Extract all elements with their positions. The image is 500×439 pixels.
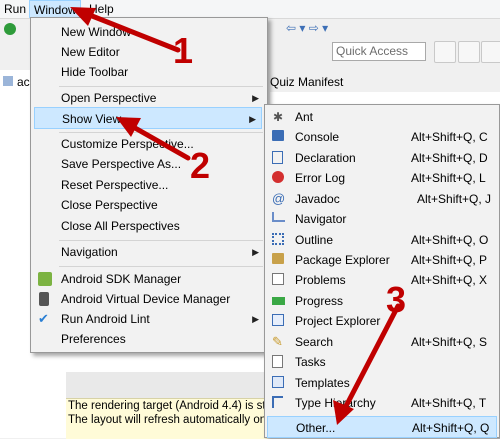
menu-item-run-android-lint[interactable]: ✔ Run Android Lint ▶ — [31, 308, 267, 330]
submenu-arrow-icon: ▶ — [252, 247, 259, 257]
declaration-icon — [272, 151, 283, 164]
templates-icon — [272, 376, 284, 388]
project-explorer-icon — [272, 314, 284, 326]
view-item-other[interactable]: Other... Alt+Shift+Q, Q — [267, 416, 497, 438]
outline-icon — [272, 233, 284, 245]
menu-run[interactable]: Run — [4, 0, 26, 18]
left-view-tab-label[interactable]: ac — [17, 75, 30, 89]
menu-item-navigation[interactable]: Navigation ▶ — [31, 241, 267, 263]
menu-item-preferences[interactable]: Preferences — [31, 328, 267, 350]
annotation-number-2: 2 — [190, 145, 211, 186]
show-view-submenu: ✱ Ant Console Alt+Shift+Q, C Declaration A… — [264, 104, 500, 438]
view-item-console[interactable]: Console Alt+Shift+Q, C — [265, 126, 499, 148]
rendering-message: The rendering target (Android 4.4) is st… — [66, 398, 268, 439]
menu-help[interactable]: Help — [89, 0, 114, 18]
view-item-outline[interactable]: Outline Alt+Shift+Q, O — [265, 229, 499, 251]
check-icon: ✔ — [38, 311, 49, 326]
menu-item-show-view[interactable]: Show View ▶ — [34, 107, 262, 129]
submenu-arrow-icon: ▶ — [252, 314, 259, 324]
editor-tab-quiz-manifest[interactable]: Quiz Manifest — [270, 72, 343, 92]
javadoc-icon: @ — [272, 191, 286, 206]
window-menu: New Window New Editor Hide Toolbar Open … — [30, 17, 268, 353]
run-icon[interactable] — [4, 23, 16, 35]
quick-access-input[interactable]: Quick Access — [332, 42, 426, 61]
view-item-search[interactable]: ✎ Search Alt+Shift+Q, S — [265, 331, 499, 353]
menu-item-hide-toolbar[interactable]: Hide Toolbar — [31, 61, 267, 83]
android-device-icon — [39, 292, 49, 306]
java-perspective-icon[interactable] — [458, 41, 480, 63]
navigator-icon — [272, 212, 285, 222]
menu-item-close-perspective[interactable]: Close Perspective — [31, 194, 267, 216]
progress-icon — [272, 297, 285, 305]
navigation-arrows-icon[interactable]: ⇦ ▾ ⇨ ▾ — [286, 21, 328, 35]
menu-item-open-perspective[interactable]: Open Perspective ▶ — [31, 87, 267, 109]
menu-item-reset-perspective[interactable]: Reset Perspective... — [31, 174, 267, 196]
menu-item-android-sdk-manager[interactable]: Android SDK Manager — [31, 268, 267, 290]
submenu-arrow-icon: ▶ — [249, 114, 256, 124]
menu-window[interactable]: Window — [29, 0, 81, 18]
view-item-declaration[interactable]: Declaration Alt+Shift+Q, D — [265, 147, 499, 169]
android-sdk-icon — [38, 272, 52, 286]
menu-item-close-all-perspectives[interactable]: Close All Perspectives — [31, 215, 267, 237]
ant-icon: ✱ — [273, 110, 284, 124]
error-log-icon — [272, 171, 284, 183]
view-item-project-explorer[interactable]: Project Explorer — [265, 310, 499, 332]
type-hierarchy-icon — [272, 396, 283, 408]
message-line-1: The rendering target (Android 4.4) is st… — [68, 400, 268, 412]
separator — [59, 266, 263, 267]
view-item-tasks[interactable]: Tasks — [265, 351, 499, 373]
package-explorer-panel — [0, 70, 31, 438]
view-item-navigator[interactable]: Navigator — [265, 208, 499, 230]
annotation-number-3: 3 — [386, 279, 407, 320]
menu-item-new-editor[interactable]: New Editor — [31, 41, 267, 63]
view-item-progress[interactable]: Progress — [265, 290, 499, 312]
menu-item-new-window[interactable]: New Window — [31, 21, 267, 43]
debug-perspective-icon[interactable] — [481, 41, 500, 63]
view-item-problems[interactable]: Problems Alt+Shift+Q, X — [265, 269, 499, 291]
horizontal-scrollbar[interactable] — [66, 372, 266, 398]
submenu-arrow-icon: ▶ — [252, 93, 259, 103]
menu-item-android-virtual-device-manager[interactable]: Android Virtual Device Manager — [31, 288, 267, 310]
view-item-templates[interactable]: Templates — [265, 372, 499, 394]
search-icon: ✎ — [272, 334, 283, 349]
tasks-icon — [272, 355, 283, 368]
open-perspective-icon[interactable] — [434, 41, 456, 63]
view-item-error-log[interactable]: Error Log Alt+Shift+Q, L — [265, 167, 499, 189]
package-explorer-icon — [272, 253, 284, 264]
view-item-type-hierarchy[interactable]: Type Hierarchy Alt+Shift+Q, T — [265, 392, 499, 414]
view-tab-icon — [3, 76, 13, 86]
console-icon — [272, 130, 284, 141]
menu-item-customize-perspective[interactable]: Customize Perspective... — [31, 133, 267, 155]
view-item-package-explorer[interactable]: Package Explorer Alt+Shift+Q, P — [265, 249, 499, 271]
message-line-2: The layout will refresh automatically on… — [68, 414, 268, 426]
view-item-ant[interactable]: ✱ Ant — [265, 106, 499, 128]
view-item-javadoc[interactable]: @ Javadoc Alt+Shift+Q, J — [265, 188, 499, 210]
menu-item-save-perspective-as[interactable]: Save Perspective As... — [31, 153, 267, 175]
problems-icon — [272, 273, 284, 285]
annotation-number-1: 1 — [173, 30, 194, 71]
